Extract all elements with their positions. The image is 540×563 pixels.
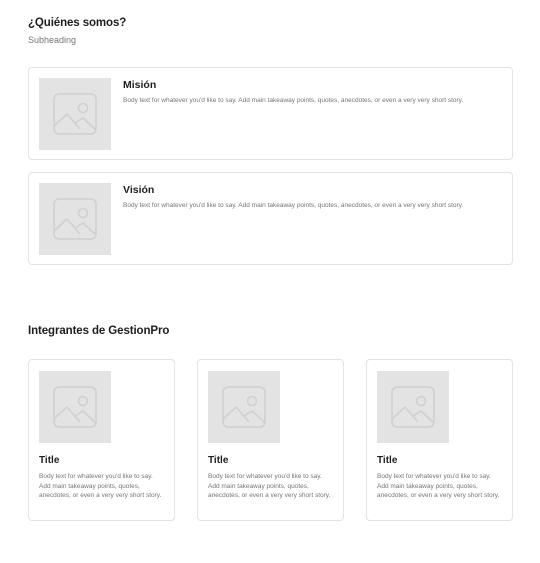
about-title: ¿Quiénes somos? [28, 17, 127, 29]
team-card: Title Body text for whatever you'd like … [366, 359, 513, 521]
mission-card: Misión Body text for whatever you'd like… [28, 67, 513, 160]
team-card-body: Body text for whatever you'd like to say… [39, 473, 162, 499]
team-card-body: Body text for whatever you'd like to say… [377, 473, 500, 499]
team-card-title: Title [377, 455, 398, 466]
vision-card: Visión Body text for whatever you'd like… [28, 172, 513, 265]
vision-body: Body text for whatever you'd like to say… [123, 202, 464, 209]
page: ¿Quiénes somos? Subheading Misión Body t… [0, 0, 540, 563]
mission-body: Body text for whatever you'd like to say… [123, 97, 464, 104]
image-placeholder-icon [39, 183, 111, 255]
image-placeholder-icon [39, 371, 111, 443]
image-placeholder-icon [208, 371, 280, 443]
image-placeholder-icon [39, 371, 111, 443]
team-card-title: Title [208, 455, 229, 466]
team-title: Integrantes de GestionPro [28, 325, 170, 337]
team-card-body: Body text for whatever you'd like to say… [208, 473, 331, 499]
mission-heading: Misión [123, 79, 157, 91]
image-placeholder-icon [377, 371, 449, 443]
about-subheading: Subheading [28, 35, 77, 45]
team-card: Title Body text for whatever you'd like … [28, 359, 175, 521]
image-placeholder-icon [39, 78, 111, 150]
team-card-title: Title [39, 455, 60, 466]
image-placeholder-icon [377, 371, 449, 443]
vision-heading: Visión [123, 184, 155, 196]
image-placeholder-icon [39, 78, 111, 150]
image-placeholder-icon [39, 183, 111, 255]
team-card: Title Body text for whatever you'd like … [197, 359, 344, 521]
image-placeholder-icon [208, 371, 280, 443]
